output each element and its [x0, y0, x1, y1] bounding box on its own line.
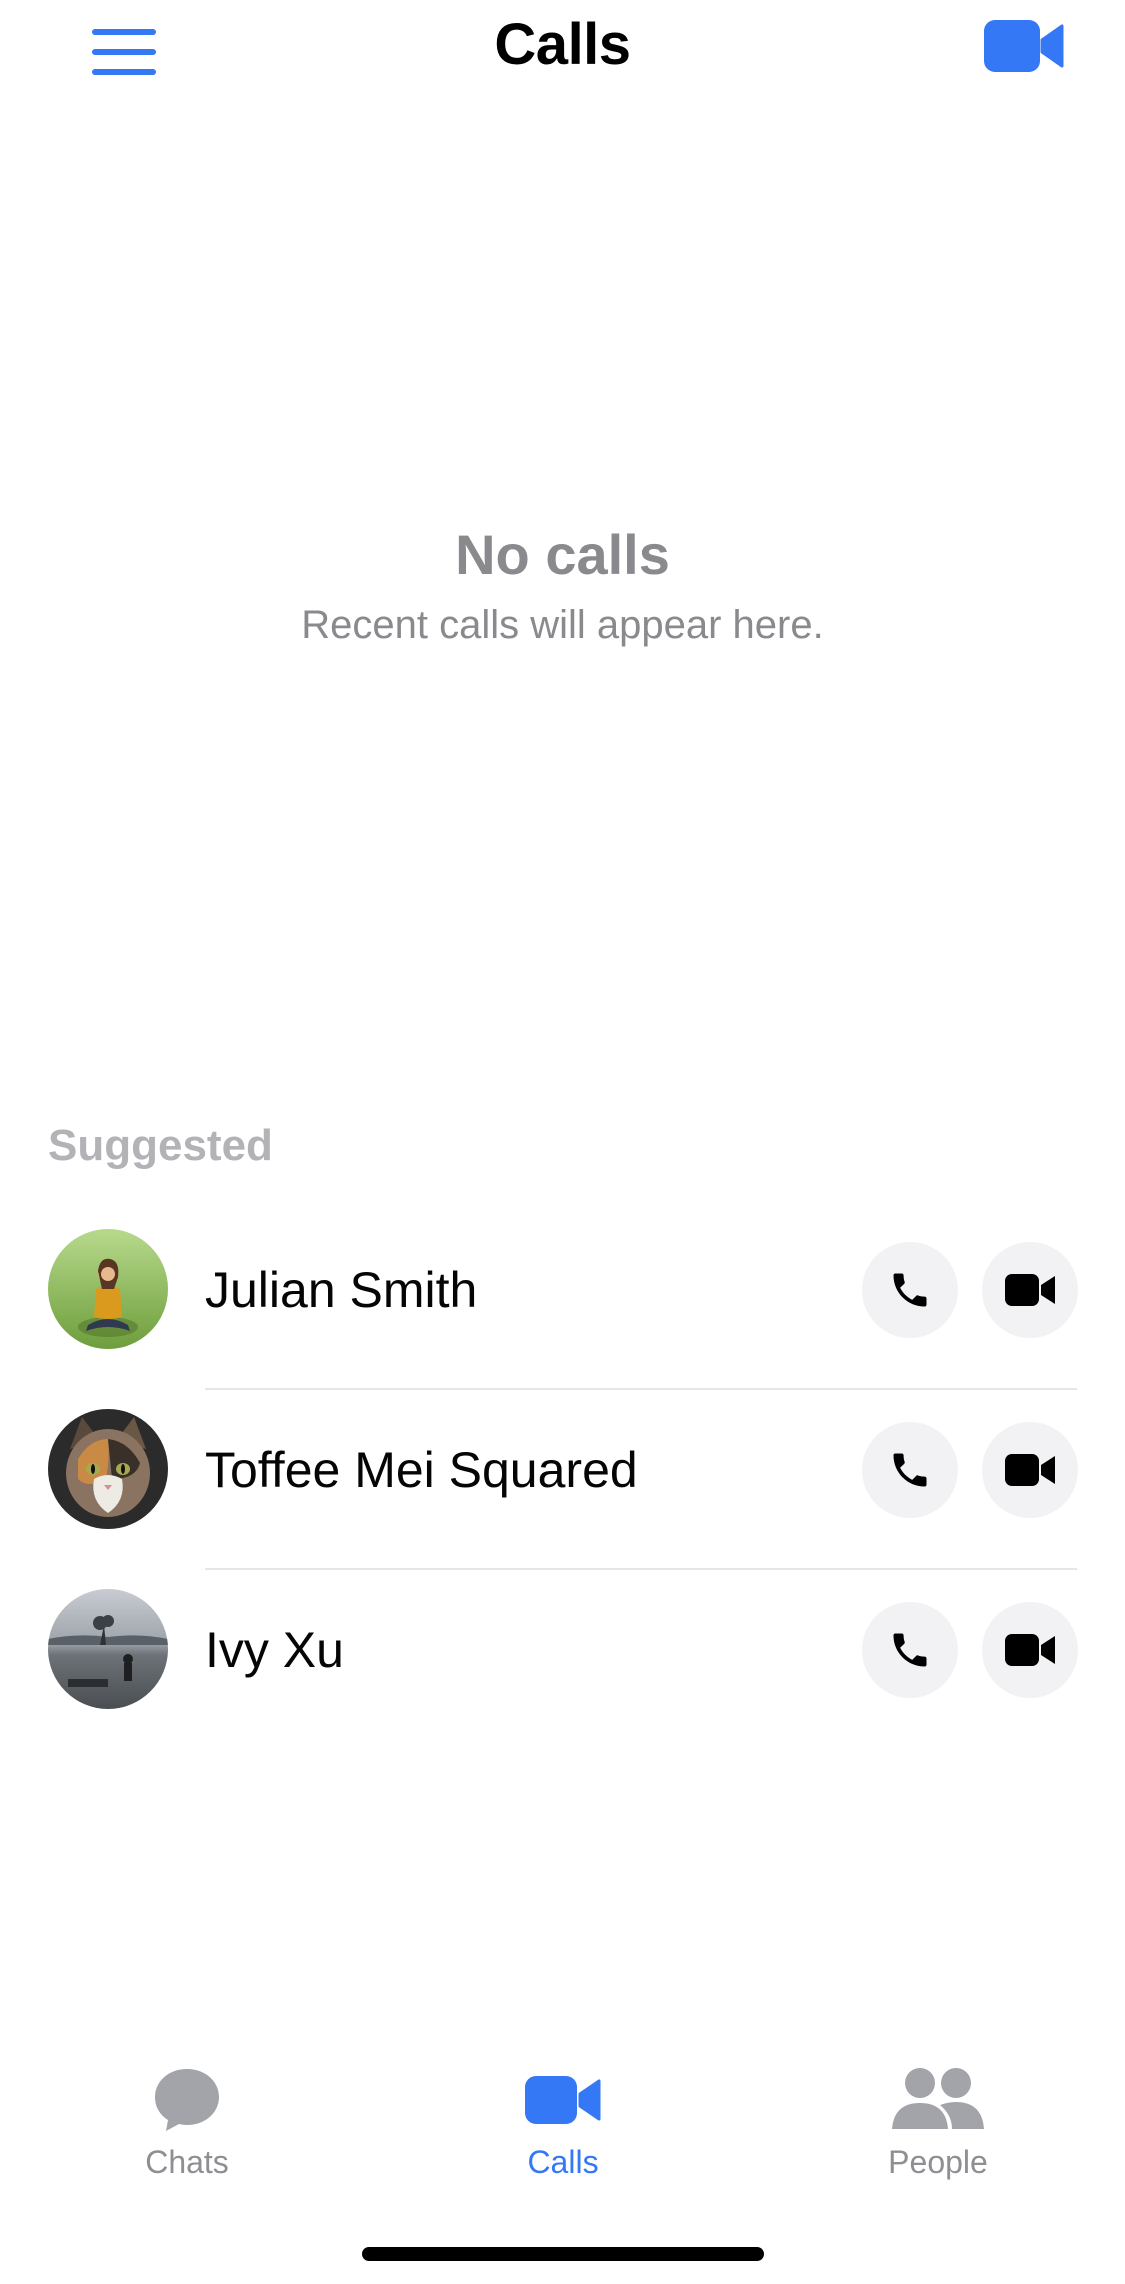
tab-calls[interactable]: Calls — [443, 2060, 683, 2200]
people-icon — [818, 2060, 1058, 2140]
page-title: Calls — [494, 12, 631, 77]
tab-label: Calls — [527, 2144, 599, 2180]
avatar — [48, 1409, 168, 1529]
video-call-button[interactable] — [982, 1602, 1078, 1698]
tab-label: Chats — [145, 2144, 229, 2180]
avatar — [48, 1229, 168, 1349]
contact-name: Julian Smith — [205, 1262, 478, 1318]
video-camera-icon — [443, 2060, 683, 2140]
chat-bubble-icon — [67, 2060, 307, 2140]
empty-state-title: No calls — [455, 523, 670, 586]
audio-call-button[interactable] — [862, 1602, 958, 1698]
header: Calls — [0, 0, 1125, 110]
empty-state-subtitle: Recent calls will appear here. — [301, 603, 824, 647]
contact-name: Toffee Mei Squared — [205, 1442, 638, 1498]
suggested-list: Julian Smith Toffee Mei Squared Ivy Xu — [0, 1210, 1125, 1750]
list-item[interactable]: Julian Smith — [0, 1210, 1125, 1390]
empty-state: No calls Recent calls will appear here. — [0, 515, 1125, 653]
audio-call-button[interactable] — [862, 1242, 958, 1338]
tab-chats[interactable]: Chats — [67, 2060, 307, 2200]
avatar — [48, 1589, 168, 1709]
video-call-button[interactable] — [982, 1242, 1078, 1338]
video-call-button[interactable] — [982, 1422, 1078, 1518]
audio-call-button[interactable] — [862, 1422, 958, 1518]
video-camera-icon[interactable] — [982, 16, 1066, 76]
tab-bar: Chats Calls People — [0, 2040, 1125, 2200]
list-item[interactable]: Toffee Mei Squared — [0, 1390, 1125, 1570]
list-item[interactable]: Ivy Xu — [0, 1570, 1125, 1750]
home-indicator — [362, 2247, 764, 2261]
suggested-section-title: Suggested — [48, 1121, 273, 1170]
tab-label: People — [888, 2144, 988, 2180]
contact-name: Ivy Xu — [205, 1622, 344, 1678]
tab-people[interactable]: People — [818, 2060, 1058, 2200]
